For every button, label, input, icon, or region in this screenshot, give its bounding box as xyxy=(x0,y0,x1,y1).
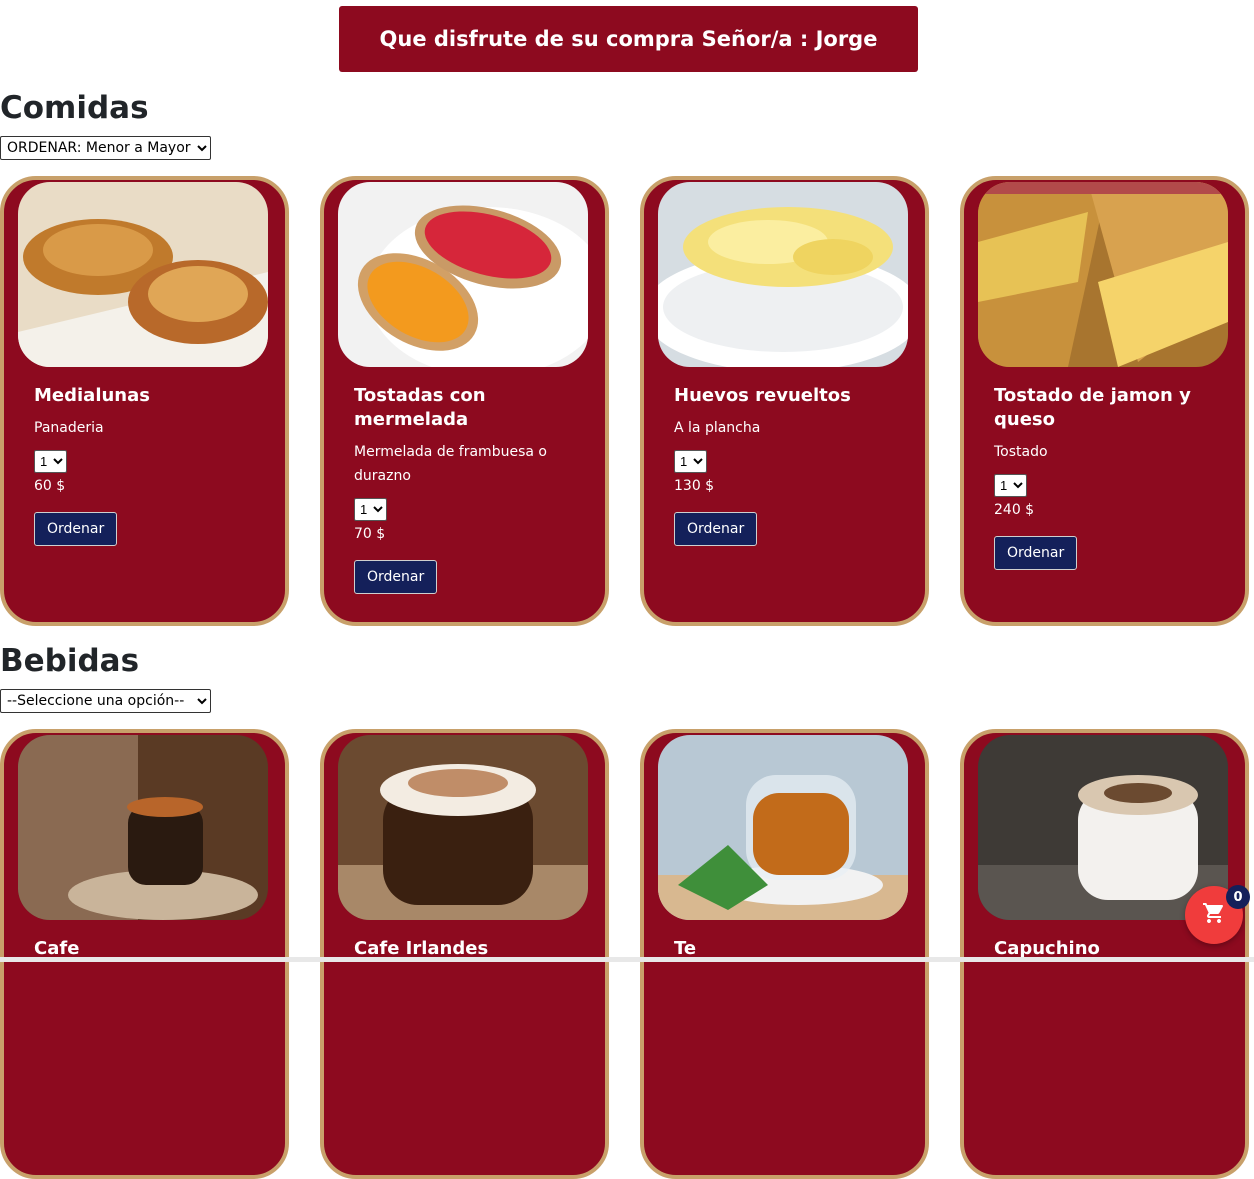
product-description: Tostado xyxy=(994,444,1048,460)
quantity-select[interactable]: 1 xyxy=(34,450,67,473)
product-description: Panaderia xyxy=(34,420,104,436)
quantity-select[interactable]: 1 xyxy=(994,474,1027,497)
product-image-huevos xyxy=(658,182,908,367)
welcome-banner: Que disfrute de su compra Señor/a : Jorg… xyxy=(339,6,918,72)
product-image-cafe xyxy=(18,735,268,920)
order-button[interactable]: Ordenar xyxy=(354,560,438,594)
product-image-cafe-irlandes xyxy=(338,735,588,920)
product-price: 70 $ xyxy=(354,526,386,542)
product-name: Tostado de jamon y queso xyxy=(994,385,1191,430)
cart-count-badge: 0 xyxy=(1226,885,1250,909)
product-card: Te xyxy=(640,729,929,1179)
product-description: Mermelada de frambuesa o durazno xyxy=(354,444,547,484)
sort-select-comidas[interactable]: ORDENAR: Menor a Mayor xyxy=(0,136,211,160)
order-button[interactable]: Ordenar xyxy=(34,512,118,546)
product-card: Tostado de jamon y queso Tostado 1 240 $… xyxy=(960,176,1249,626)
sort-select-bebidas[interactable]: --Seleccione una opción-- xyxy=(0,689,211,713)
product-image-te xyxy=(658,735,908,920)
product-card: Cafe Irlandes xyxy=(320,729,609,1179)
product-description: A la plancha xyxy=(674,420,761,436)
product-image-medialunas xyxy=(18,182,268,367)
product-image-tostadas xyxy=(338,182,588,367)
product-price: 240 $ xyxy=(994,502,1035,518)
product-image-tostado xyxy=(978,182,1228,367)
product-card: Tostadas con mermelada Mermelada de fram… xyxy=(320,176,609,626)
product-name: Huevos revueltos xyxy=(674,385,851,406)
product-price: 130 $ xyxy=(674,478,715,494)
product-image-capuchino xyxy=(978,735,1228,920)
product-card: Medialunas Panaderia 1 60 $ Ordenar xyxy=(0,176,289,626)
product-name: Medialunas xyxy=(34,385,150,406)
section-title-bebidas: Bebidas xyxy=(0,643,140,679)
product-card: Capuchino xyxy=(960,729,1249,1179)
cart-icon xyxy=(1202,901,1226,929)
order-button[interactable]: Ordenar xyxy=(994,536,1078,570)
product-card: Huevos revueltos A la plancha 1 130 $ Or… xyxy=(640,176,929,626)
quantity-select[interactable]: 1 xyxy=(674,450,707,473)
welcome-text: Que disfrute de su compra Señor/a : Jorg… xyxy=(379,27,878,51)
product-name: Tostadas con mermelada xyxy=(354,385,486,430)
product-price: 60 $ xyxy=(34,478,66,494)
order-button[interactable]: Ordenar xyxy=(674,512,758,546)
quantity-select[interactable]: 1 xyxy=(354,498,387,521)
horizontal-scrollbar[interactable] xyxy=(0,957,1254,962)
product-card: Cafe xyxy=(0,729,289,1179)
section-title-comidas: Comidas xyxy=(0,90,149,126)
